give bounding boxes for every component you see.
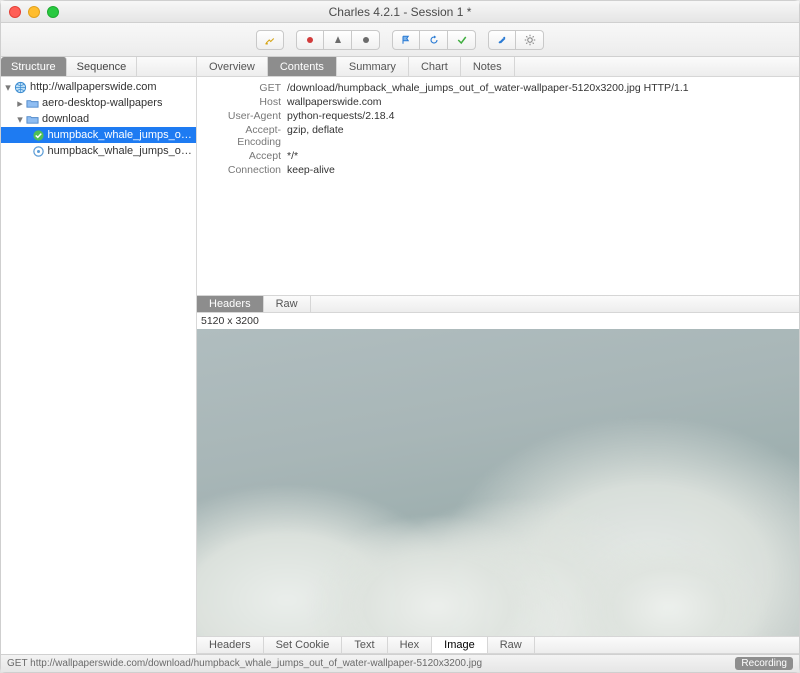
http-method: GET	[203, 82, 287, 94]
minimize-icon[interactable]	[28, 6, 40, 18]
tree-label: humpback_whale_jumps_out_of_water-wallpa…	[48, 129, 192, 141]
image-preview[interactable]	[197, 329, 799, 636]
refresh-button[interactable]	[420, 30, 448, 50]
subtab-hex[interactable]: Hex	[388, 637, 433, 653]
image-dimensions: 5120 x 3200	[197, 313, 799, 329]
response-subtabs: Headers Set Cookie Text Hex Image Raw	[197, 636, 799, 654]
header-val: gzip, deflate	[287, 124, 793, 148]
header-key: Accept-Encoding	[203, 124, 287, 148]
tree-host[interactable]: ▾ http://wallpaperswide.com	[1, 79, 196, 95]
tree-label: download	[42, 113, 89, 125]
cloud-shape	[569, 536, 769, 636]
http-path: /download/humpback_whale_jumps_out_of_wa…	[287, 82, 793, 94]
main-tabs: Overview Contents Summary Chart Notes	[197, 57, 799, 77]
sidebar: Structure Sequence ▾ http://wallpaperswi…	[1, 57, 197, 654]
cloud-shape	[307, 516, 567, 636]
window-title: Charles 4.2.1 - Session 1 *	[1, 5, 799, 19]
tab-sequence[interactable]: Sequence	[67, 57, 138, 76]
tab-chart[interactable]: Chart	[409, 57, 461, 76]
globe-icon	[13, 80, 27, 94]
zoom-icon[interactable]	[47, 6, 59, 18]
sidebar-tabs: Structure Sequence	[1, 57, 196, 77]
response-pane: 5120 x 3200 Headers Set Cookie Text Hex …	[197, 313, 799, 654]
header-val: */*	[287, 150, 793, 162]
header-val: wallpaperswide.com	[287, 96, 793, 108]
close-icon[interactable]	[9, 6, 21, 18]
tree-label: humpback_whale_jumps_out_of_water-wallpa…	[48, 145, 192, 157]
traffic-lights	[9, 6, 59, 18]
toolbar	[1, 23, 799, 57]
subtab-raw[interactable]: Raw	[264, 296, 311, 312]
tab-contents[interactable]: Contents	[268, 57, 337, 76]
header-key: User-Agent	[203, 110, 287, 122]
tree-item-selected[interactable]: humpback_whale_jumps_out_of_water-wallpa…	[1, 127, 196, 143]
header-val: python-requests/2.18.4	[287, 110, 793, 122]
disclosure-icon[interactable]: ▾	[15, 113, 25, 126]
header-key: Connection	[203, 164, 287, 176]
subtab-text[interactable]: Text	[342, 637, 387, 653]
header-val: keep-alive	[287, 164, 793, 176]
folder-icon	[25, 96, 39, 110]
tab-overview[interactable]: Overview	[197, 57, 268, 76]
tab-summary[interactable]: Summary	[337, 57, 409, 76]
tab-structure[interactable]: Structure	[1, 57, 67, 76]
breakpoints-button[interactable]	[392, 30, 420, 50]
main-panel: Overview Contents Summary Chart Notes GE…	[197, 57, 799, 654]
subtab-headers[interactable]: Headers	[197, 296, 264, 312]
tree-item[interactable]: humpback_whale_jumps_out_of_water-wallpa…	[1, 143, 196, 159]
folder-icon	[25, 112, 39, 126]
tree-folder[interactable]: ▸ aero-desktop-wallpapers	[1, 95, 196, 111]
subtab-headers[interactable]: Headers	[197, 637, 264, 653]
tree-folder[interactable]: ▾ download	[1, 111, 196, 127]
tab-notes[interactable]: Notes	[461, 57, 515, 76]
request-subtabs: Headers Raw	[197, 295, 799, 313]
subtab-raw[interactable]: Raw	[488, 637, 535, 653]
subtab-image[interactable]: Image	[432, 637, 488, 653]
throttle-button[interactable]	[324, 30, 352, 50]
clear-button[interactable]	[256, 30, 284, 50]
tree-label: aero-desktop-wallpapers	[42, 97, 162, 109]
disclosure-icon[interactable]: ▸	[15, 97, 25, 110]
request-headers-view: GET/download/humpback_whale_jumps_out_of…	[197, 77, 799, 185]
header-key: Accept	[203, 150, 287, 162]
subtab-set-cookie[interactable]: Set Cookie	[264, 637, 343, 653]
stop-button[interactable]	[352, 30, 380, 50]
body-split: Structure Sequence ▾ http://wallpaperswi…	[1, 57, 799, 654]
validate-button[interactable]	[448, 30, 476, 50]
status-bar: GET http://wallpaperswide.com/download/h…	[1, 654, 799, 672]
header-key: Host	[203, 96, 287, 108]
app-window: Charles 4.2.1 - Session 1 * Structure Se…	[0, 0, 800, 673]
recording-badge[interactable]: Recording	[735, 657, 793, 670]
settings-button[interactable]	[516, 30, 544, 50]
status-text: GET http://wallpaperswide.com/download/h…	[7, 658, 735, 669]
tools-button[interactable]	[488, 30, 516, 50]
host-tree[interactable]: ▾ http://wallpaperswide.com ▸ aero-deskt…	[1, 77, 196, 654]
record-button[interactable]	[296, 30, 324, 50]
tree-label: http://wallpaperswide.com	[30, 81, 157, 93]
pending-icon	[32, 144, 45, 158]
titlebar[interactable]: Charles 4.2.1 - Session 1 *	[1, 1, 799, 23]
complete-icon	[32, 128, 45, 142]
disclosure-icon[interactable]: ▾	[3, 81, 13, 94]
